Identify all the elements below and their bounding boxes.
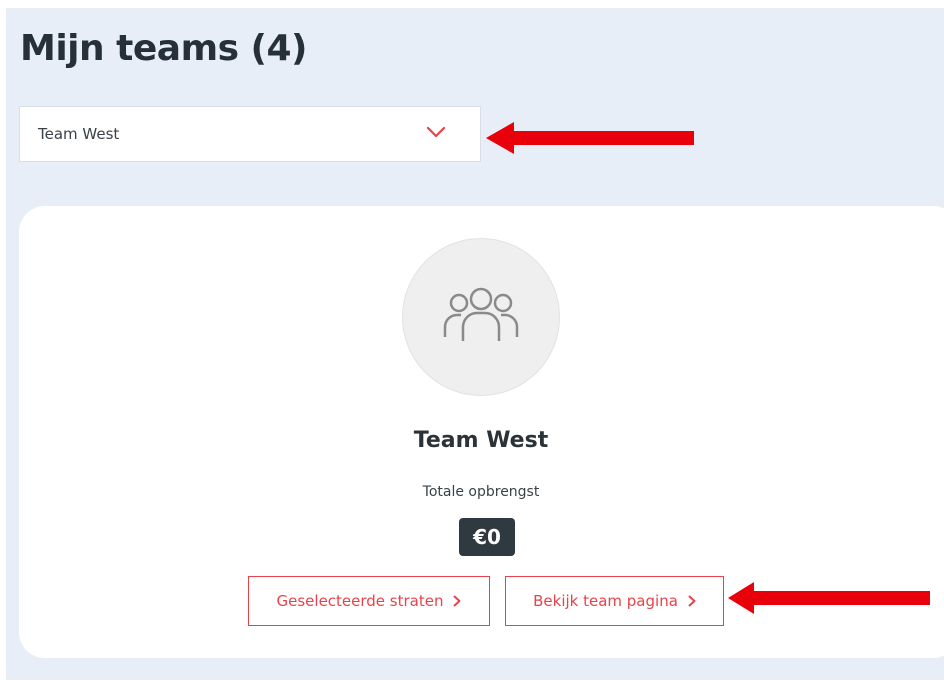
chevron-down-icon — [426, 124, 446, 138]
selected-streets-label: Geselecteerde straten — [276, 592, 444, 610]
group-icon — [443, 287, 519, 341]
page-title: Mijn teams (4) — [20, 28, 308, 69]
team-avatar — [402, 238, 560, 396]
annotation-arrow-icon — [486, 122, 694, 154]
selected-streets-button[interactable]: Geselecteerde straten — [248, 576, 490, 626]
revenue-badge: €0 — [459, 518, 515, 556]
chevron-right-icon — [453, 595, 461, 607]
team-select-dropdown[interactable]: Team West — [19, 106, 481, 162]
team-select-value: Team West — [38, 125, 120, 143]
team-name: Team West — [413, 428, 549, 453]
chevron-right-icon — [688, 595, 696, 607]
team-page-button[interactable]: Bekijk team pagina — [505, 576, 724, 626]
annotation-arrow-icon — [728, 582, 930, 614]
team-page-label: Bekijk team pagina — [533, 592, 678, 610]
revenue-label: Totale opbrengst — [422, 484, 540, 500]
